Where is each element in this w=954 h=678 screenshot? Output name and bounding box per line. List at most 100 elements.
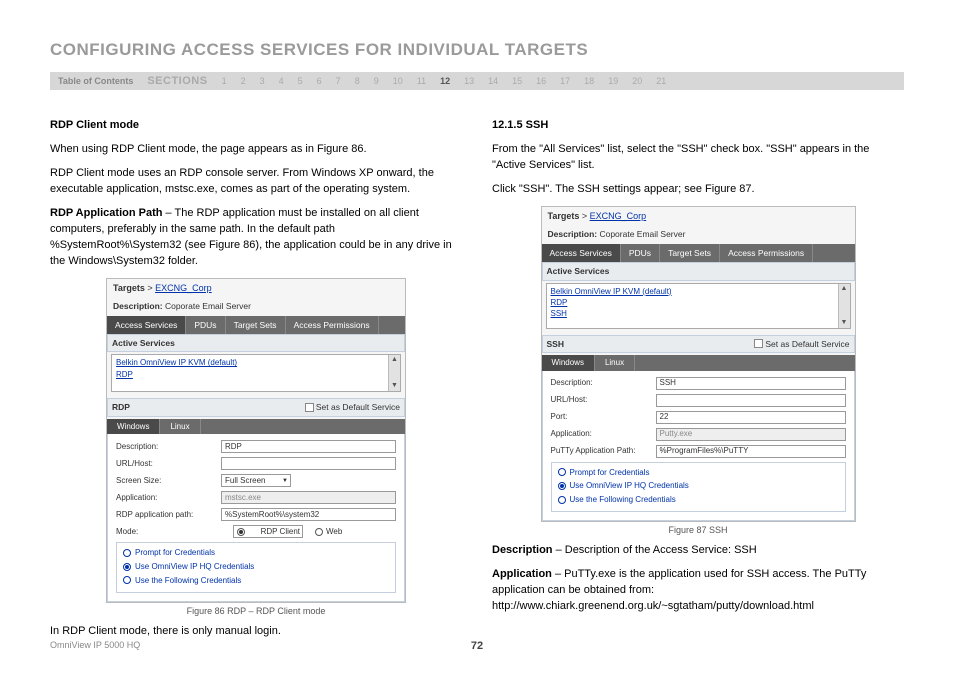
section-16[interactable]: 16: [536, 76, 546, 86]
toc-link[interactable]: Table of Contents: [58, 76, 133, 86]
description-text: – Description of the Access Service: SSH: [553, 544, 757, 556]
section-21[interactable]: 21: [656, 76, 666, 86]
section-20[interactable]: 20: [632, 76, 642, 86]
section-12[interactable]: 12: [440, 76, 450, 86]
figure-86-caption: Figure 86 RDP – RDP Client mode: [50, 605, 462, 618]
figure-87: Targets > EXCNG_Corp Description: Copora…: [541, 206, 856, 523]
tab-target-sets[interactable]: Target Sets: [660, 244, 720, 262]
fig86-active-services-label: Active Services: [107, 334, 405, 352]
fig87-form: Description:SSH URL/Host: Port:22 Applic…: [542, 371, 855, 522]
section-19[interactable]: 19: [608, 76, 618, 86]
fig87-desc-input[interactable]: SSH: [656, 377, 846, 390]
fig87-app-label: Application:: [551, 428, 656, 440]
scroll-down-icon[interactable]: ▼: [841, 318, 848, 328]
tab-access-permissions[interactable]: Access Permissions: [720, 244, 813, 262]
right-desc: Description – Description of the Access …: [492, 543, 904, 559]
fig86-service-name: RDP: [112, 401, 130, 413]
fig86-cred-omniview[interactable]: Use OmniView IP HQ Credentials: [123, 561, 389, 573]
fig87-set-default-checkbox[interactable]: Set as Default Service: [754, 338, 849, 350]
fig86-cred-prompt[interactable]: Prompt for Credentials: [123, 547, 389, 559]
section-8[interactable]: 8: [355, 76, 360, 86]
ssh-heading: 12.1.5 SSH: [492, 118, 904, 134]
section-11[interactable]: 11: [417, 76, 426, 86]
fig87-item-ssh[interactable]: SSH: [551, 308, 846, 319]
scroll-up-icon[interactable]: ▲: [391, 355, 398, 365]
fig86-desc-label: Description:: [116, 441, 221, 453]
fig86-breadcrumb-root[interactable]: Targets: [113, 283, 145, 293]
fig87-cred-prompt[interactable]: Prompt for Credentials: [558, 467, 839, 479]
fig87-port-input[interactable]: 22: [656, 411, 846, 424]
fig86-cred-following[interactable]: Use the Following Credentials: [123, 575, 389, 587]
section-2[interactable]: 2: [241, 76, 246, 86]
fig86-mode-rdpclient[interactable]: RDP Client: [233, 525, 303, 538]
tab-pdus[interactable]: PDUs: [621, 244, 660, 262]
fig87-service-header: SSH Set as Default Service: [542, 335, 855, 353]
application-label: Application: [492, 568, 552, 580]
fig87-breadcrumb-root[interactable]: Targets: [548, 211, 580, 221]
fig86-mode-web[interactable]: Web: [315, 526, 342, 538]
section-17[interactable]: 17: [560, 76, 570, 86]
fig86-url-input[interactable]: [221, 457, 396, 470]
fig86-subtabs: Windows Linux: [107, 419, 405, 435]
fig87-item-rdp[interactable]: RDP: [551, 297, 846, 308]
left-p1: When using RDP Client mode, the page app…: [50, 142, 462, 158]
section-15[interactable]: 15: [512, 76, 522, 86]
fig87-url-label: URL/Host:: [551, 394, 656, 406]
tab-pdus[interactable]: PDUs: [186, 316, 225, 334]
rdp-app-path-label: RDP Application Path: [50, 207, 162, 219]
section-4[interactable]: 4: [279, 76, 284, 86]
fig86-screen-select[interactable]: Full Screen▼: [221, 474, 291, 487]
fig86-active-services-list[interactable]: Belkin OmniView IP KVM (default) RDP ▲▼: [111, 354, 401, 392]
page-title: CONFIGURING ACCESS SERVICES FOR INDIVIDU…: [50, 40, 904, 60]
fig86-item-rdp[interactable]: RDP: [116, 369, 396, 380]
page-footer: OmniView IP 5000 HQ 72: [50, 640, 904, 650]
section-18[interactable]: 18: [584, 76, 594, 86]
scroll-down-icon[interactable]: ▼: [391, 381, 398, 391]
fig87-subtabs: Windows Linux: [542, 355, 855, 371]
tab-access-services[interactable]: Access Services: [107, 316, 186, 334]
tab-target-sets[interactable]: Target Sets: [226, 316, 286, 334]
section-10[interactable]: 10: [393, 76, 403, 86]
fig86-screen-label: Screen Size:: [116, 475, 221, 487]
fig86-set-default-checkbox[interactable]: Set as Default Service: [305, 401, 400, 413]
section-1[interactable]: 1: [222, 76, 227, 86]
description-label: Description: [492, 544, 553, 556]
fig87-active-services-list[interactable]: Belkin OmniView IP KVM (default) RDP SSH…: [546, 283, 851, 329]
fig86-path-label: RDP application path:: [116, 509, 221, 521]
fig87-service-name: SSH: [547, 338, 564, 350]
fig86-service-header: RDP Set as Default Service: [107, 398, 405, 416]
section-5[interactable]: 5: [298, 76, 303, 86]
section-13[interactable]: 13: [464, 76, 474, 86]
fig86-item-kvm[interactable]: Belkin OmniView IP KVM (default): [116, 357, 396, 368]
fig87-url-input[interactable]: [656, 394, 846, 407]
figure-86: Targets > EXCNG_Corp Description: Copora…: [106, 278, 406, 604]
section-3[interactable]: 3: [260, 76, 265, 86]
fig87-cred-following[interactable]: Use the Following Credentials: [558, 494, 839, 506]
subtab-windows[interactable]: Windows: [107, 419, 160, 435]
scrollbar[interactable]: ▲▼: [388, 355, 400, 391]
section-6[interactable]: 6: [317, 76, 322, 86]
tab-access-services[interactable]: Access Services: [542, 244, 621, 262]
fig86-path-input[interactable]: %SystemRoot%\system32: [221, 508, 396, 521]
fig87-cred-omniview[interactable]: Use OmniView IP HQ Credentials: [558, 480, 839, 492]
fig86-breadcrumb-target[interactable]: EXCNG_Corp: [155, 283, 212, 293]
section-9[interactable]: 9: [374, 76, 379, 86]
scrollbar[interactable]: ▲▼: [838, 284, 850, 328]
subtab-linux[interactable]: Linux: [160, 419, 200, 435]
fig86-app-label: Application:: [116, 492, 221, 504]
fig87-port-label: Port:: [551, 411, 656, 423]
tab-access-permissions[interactable]: Access Permissions: [286, 316, 379, 334]
left-p4: In RDP Client mode, there is only manual…: [50, 624, 462, 640]
subtab-linux[interactable]: Linux: [595, 355, 635, 371]
radio-icon: [558, 482, 566, 490]
fig87-path-label: PuTTy Application Path:: [551, 445, 656, 457]
fig87-breadcrumb-target[interactable]: EXCNG_Corp: [590, 211, 647, 221]
subtab-windows[interactable]: Windows: [542, 355, 595, 371]
fig86-desc-input[interactable]: RDP: [221, 440, 396, 453]
section-7[interactable]: 7: [336, 76, 341, 86]
section-14[interactable]: 14: [488, 76, 498, 86]
scroll-up-icon[interactable]: ▲: [841, 284, 848, 294]
fig87-item-kvm[interactable]: Belkin OmniView IP KVM (default): [551, 286, 846, 297]
fig87-path-input[interactable]: %ProgramFiles%\PuTTY: [656, 445, 846, 458]
left-column: RDP Client mode When using RDP Client mo…: [50, 118, 462, 648]
